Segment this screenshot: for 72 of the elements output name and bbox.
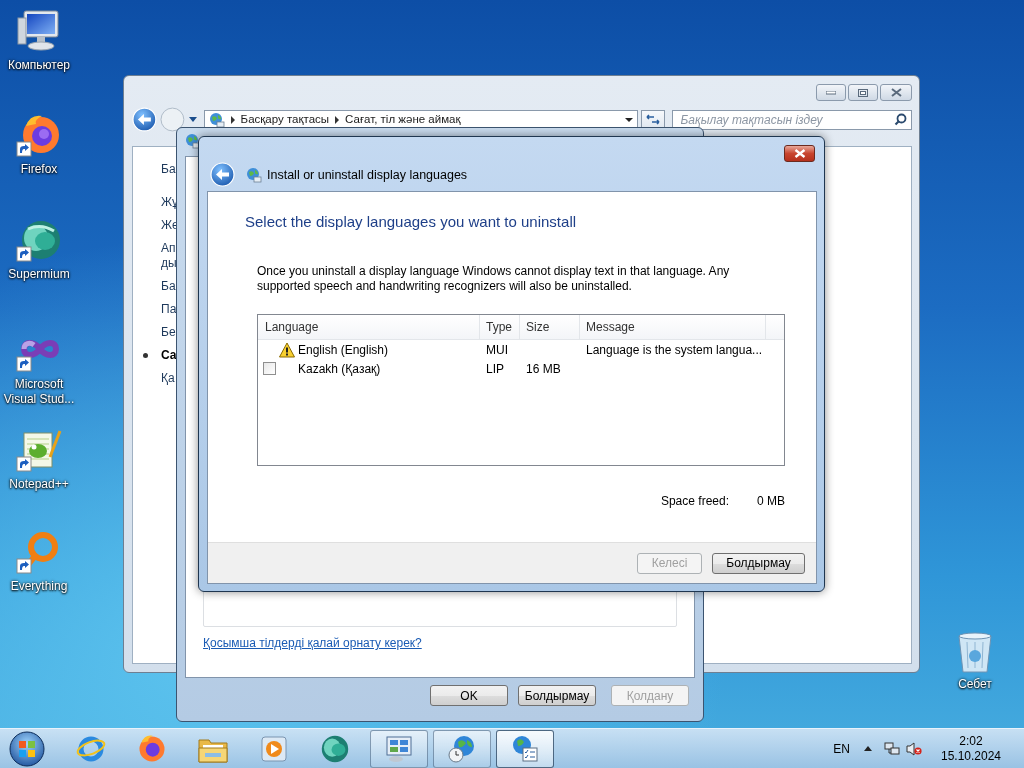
address-bar[interactable]: Басқару тақтасы Сағат, тіл және аймақ	[203, 109, 638, 130]
table-cell: 16 MB	[526, 361, 561, 376]
back-button[interactable]	[210, 162, 235, 187]
close-button[interactable]	[880, 84, 912, 101]
dialog-title: Install or uninstall display languages	[267, 167, 468, 182]
icon-label: Supermium	[8, 267, 70, 282]
column-header[interactable]: Type	[480, 315, 520, 339]
space-freed-value: 0 MB	[757, 494, 785, 508]
muted-speaker-icon[interactable]	[906, 740, 922, 757]
globe-icon	[185, 133, 201, 149]
refresh-icon	[645, 114, 660, 125]
sidebar-link[interactable]: Ба	[161, 162, 176, 177]
globe-icon	[246, 166, 262, 183]
column-header[interactable]: Language	[258, 315, 480, 339]
taskbar-button[interactable]	[433, 729, 491, 768]
minimize-button[interactable]	[816, 84, 846, 101]
icon-label: Everything	[10, 579, 68, 594]
globe-checklist-icon	[510, 733, 540, 764]
back-button[interactable]	[132, 107, 157, 132]
breadcrumb-item[interactable]: Басқару тақтасы	[240, 113, 330, 126]
sidebar-link[interactable]: Бе	[161, 325, 176, 340]
icon-label: Компьютер	[7, 58, 71, 73]
breadcrumb-item[interactable]: Сағат, тіл және аймақ	[345, 113, 461, 126]
taskbar-button[interactable]	[370, 729, 428, 768]
bullet-icon	[143, 353, 148, 358]
table-cell[interactable]: English (English)	[298, 342, 389, 357]
icon-label: Notepad++	[9, 477, 69, 492]
minimize-icon	[826, 90, 836, 95]
maximize-icon	[858, 88, 868, 97]
sidebar-link[interactable]: Ба	[161, 279, 176, 294]
column-header[interactable]: Size	[520, 315, 580, 339]
sidebar-link[interactable]: Ап ды	[161, 241, 177, 271]
network-icon[interactable]	[884, 740, 900, 757]
table-cell: MUI	[486, 342, 508, 357]
help-link[interactable]: Қосымша тілдерді қалай орнату керек?	[203, 636, 422, 650]
table-cell: Language is the system langua...	[586, 342, 763, 357]
clock-time[interactable]: 2:02	[959, 733, 983, 749]
table-cell[interactable]: Kazakh (Қазақ)	[298, 361, 381, 376]
icon-label: Microsoft Visual Stud...	[2, 377, 76, 407]
computer-icon[interactable]	[16, 8, 62, 54]
dialog-button[interactable]: Болдырмау	[518, 685, 596, 706]
sidebar-link[interactable]: Қа	[161, 371, 175, 386]
close-button[interactable]	[784, 145, 815, 162]
close-icon	[890, 88, 902, 97]
page-heading: Select the display languages you want to uninstall	[245, 212, 578, 232]
control-panel-icon	[384, 733, 414, 764]
taskbar-button[interactable]	[496, 729, 554, 768]
dialog-button[interactable]: Болдырмау	[712, 552, 805, 574]
up-arrow-icon[interactable]	[864, 746, 872, 751]
warning-icon	[279, 341, 295, 358]
dropdown-icon[interactable]	[188, 117, 197, 122]
description-text: Once you uninstall a display language Windows cannot display text in that language. Any supported speech and handwriting recognizers will also be uninstalled.	[257, 264, 731, 294]
control-panel-icon	[208, 111, 225, 128]
icon-label: Себет	[958, 677, 992, 691]
table-cell: LIP	[486, 361, 504, 376]
checkbox[interactable]	[263, 362, 276, 375]
dialog-button[interactable]: OK	[430, 685, 508, 706]
search-field[interactable]: Бақылау тақтасын іздеу	[671, 109, 912, 130]
recycle-bin-icon[interactable]	[955, 630, 995, 674]
globe-clock-icon	[447, 733, 477, 764]
icon-label: Firefox	[20, 162, 58, 177]
refresh-button[interactable]	[640, 109, 665, 130]
start-button[interactable]	[8, 729, 46, 768]
space-freed-label: Space freed:	[660, 494, 729, 508]
sidebar-link[interactable]: Па	[161, 302, 177, 317]
maximize-button[interactable]	[848, 84, 878, 101]
search-icon[interactable]	[894, 113, 907, 126]
language-indicator[interactable]: EN	[833, 741, 850, 756]
close-icon	[793, 149, 806, 158]
column-header[interactable]: Message	[580, 315, 766, 339]
sidebar-link[interactable]: Са	[161, 348, 177, 363]
clock-date[interactable]: 15.10.2024	[940, 748, 1002, 764]
